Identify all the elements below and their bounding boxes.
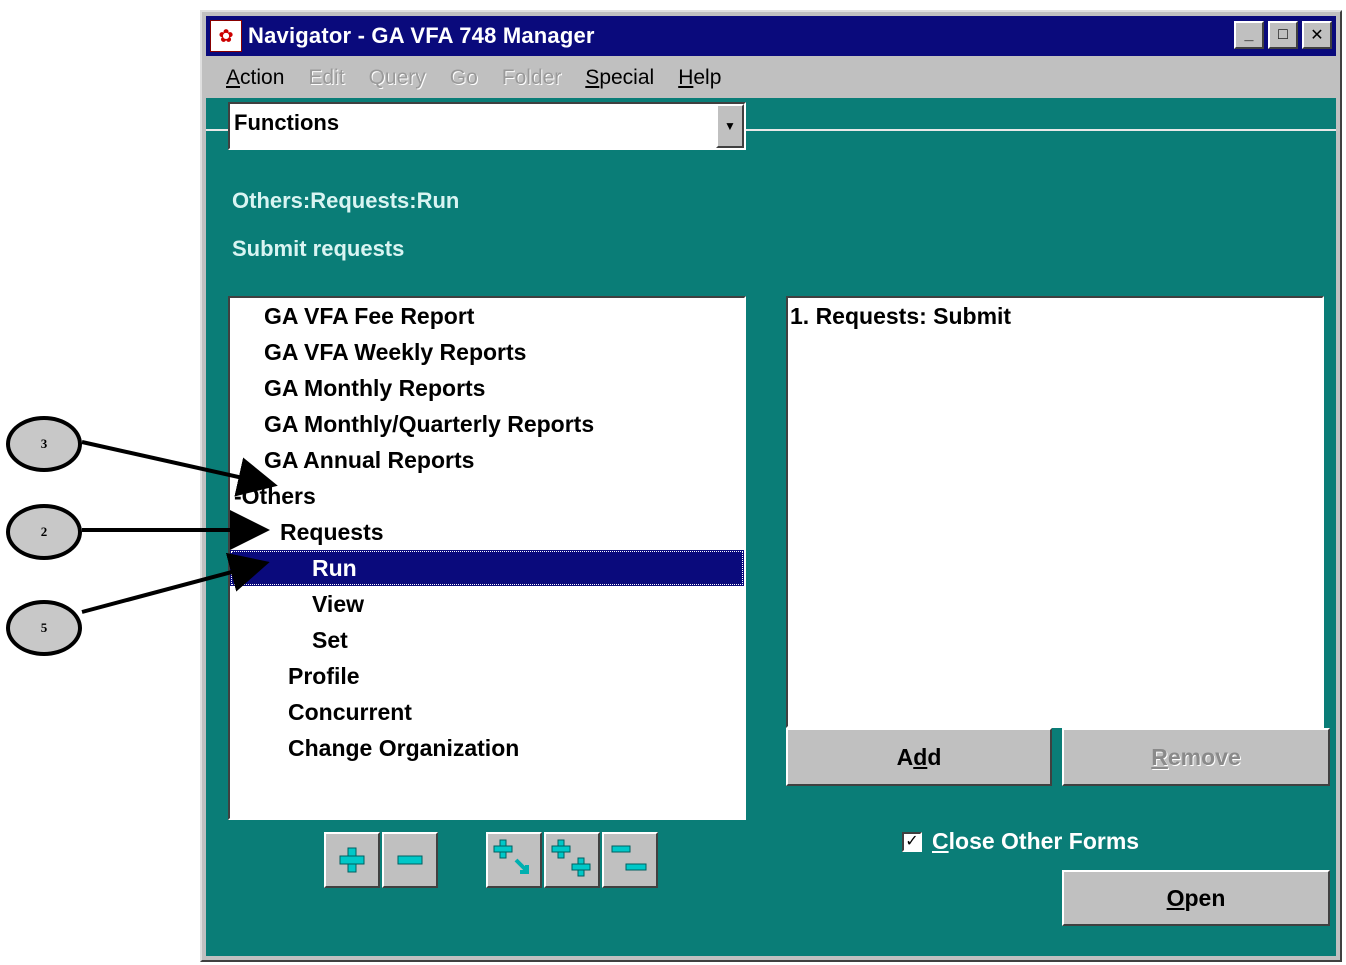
tree-item-concurrent[interactable]: Concurrent (230, 694, 744, 730)
minimize-button[interactable]: _ (1234, 21, 1264, 49)
callout-3: 3 (6, 416, 82, 472)
menu-special[interactable]: Special (585, 66, 654, 90)
oracle-app-icon[interactable]: ✿ (210, 20, 242, 52)
close-other-forms-checkbox[interactable]: ✓ Close Other Forms (902, 828, 1139, 855)
callout-2: 2 (6, 504, 82, 560)
close-icon: ✕ (1310, 27, 1324, 44)
remove-button[interactable]: Remove (1062, 728, 1330, 786)
tree-item[interactable]: GA VFA Fee Report (230, 298, 744, 334)
expand-branch-icon (493, 839, 529, 874)
open-button[interactable]: Open (1062, 870, 1330, 926)
tree-item-set[interactable]: Set (230, 622, 744, 658)
menu-help[interactable]: Help (678, 66, 721, 90)
close-button[interactable]: ✕ (1302, 21, 1332, 49)
checkbox-box[interactable]: ✓ (902, 831, 922, 852)
combo-value: Functions (234, 110, 340, 135)
functions-tree[interactable]: GA VFA Fee Report GA VFA Weekly Reports … (228, 296, 746, 820)
title-bar[interactable]: ✿ Navigator - GA VFA 748 Manager _ □ ✕ (206, 16, 1336, 56)
chevron-down-icon: ▼ (724, 119, 736, 133)
tree-item[interactable]: GA VFA Weekly Reports (230, 334, 744, 370)
tree-item-profile[interactable]: Profile (230, 658, 744, 694)
expand-branch-button[interactable] (486, 832, 542, 888)
functions-combo[interactable]: Functions ▼ (228, 102, 746, 150)
top-ten-list[interactable]: 1. Requests: Submit (786, 296, 1324, 728)
maximize-icon: □ (1278, 26, 1288, 43)
navigator-window: ✿ Navigator - GA VFA 748 Manager _ □ ✕ A… (200, 10, 1342, 962)
minus-icon (397, 855, 423, 865)
callout-5: 5 (6, 600, 82, 656)
tree-item[interactable]: GA Monthly Reports (230, 370, 744, 406)
menu-query[interactable]: Query (369, 66, 426, 90)
list-item[interactable]: 1. Requests: Submit (790, 298, 1011, 334)
collapse-button[interactable] (382, 832, 438, 888)
menu-bar: Action Edit Query Go Folder Special Help (206, 58, 1336, 98)
menu-edit[interactable]: Edit (308, 66, 344, 90)
collapse-all-button[interactable] (602, 832, 658, 888)
window-title: Navigator - GA VFA 748 Manager (248, 23, 595, 48)
checkbox-label: Close Other Forms (932, 828, 1140, 854)
function-path: Others:Requests:Run (232, 188, 460, 213)
tree-item-requests[interactable]: Requests (230, 514, 744, 550)
plus-icon (339, 847, 365, 873)
tree-item[interactable]: GA Monthly/Quarterly Reports (230, 406, 744, 442)
dropdown-arrow-button[interactable]: ▼ (716, 104, 744, 148)
maximize-button[interactable]: □ (1268, 21, 1298, 49)
minimize-icon: _ (1244, 26, 1254, 43)
expand-all-button[interactable] (544, 832, 600, 888)
expand-button[interactable] (324, 832, 380, 888)
tree-item-run[interactable]: Run (230, 550, 744, 586)
menu-go[interactable]: Go (450, 66, 478, 90)
add-button[interactable]: Add (786, 728, 1052, 786)
tree-item-view[interactable]: View (230, 586, 744, 622)
tree-item-others[interactable]: -Others (230, 478, 744, 514)
collapse-all-icon (611, 845, 647, 871)
menu-folder[interactable]: Folder (502, 66, 562, 90)
navigator-client-area: Functions ▼ Others:Requests:Run Submit r… (206, 98, 1336, 956)
tree-item[interactable]: GA Annual Reports (230, 442, 744, 478)
menu-action[interactable]: Action (226, 66, 284, 90)
expand-all-icon (551, 839, 591, 877)
function-description: Submit requests (232, 236, 405, 261)
tree-item-change-organization[interactable]: Change Organization (230, 730, 744, 766)
